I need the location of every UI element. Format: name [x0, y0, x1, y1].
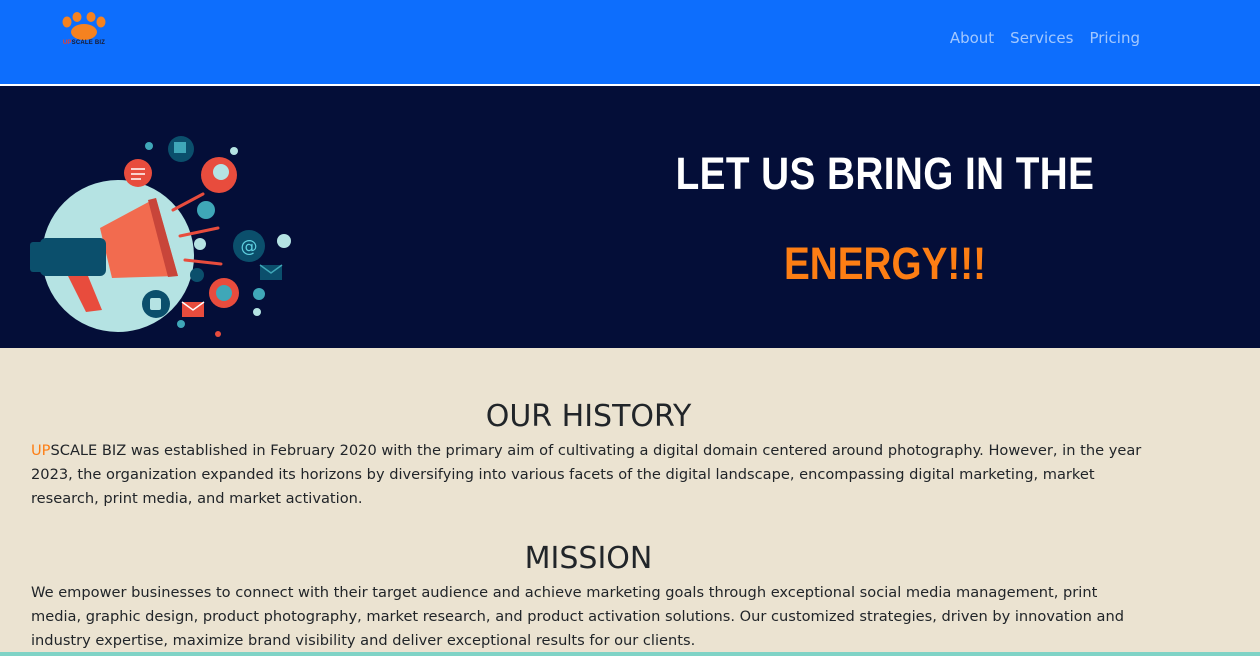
- history-text: SCALE BIZ was established in February 20…: [31, 442, 1142, 507]
- hero-banner: @ LET US BRING IN THE ENERGY!!!: [0, 86, 1260, 348]
- hero-heading-line2: ENERGY!!!: [783, 238, 987, 289]
- paw-icon: [62, 12, 106, 40]
- history-title: OUR HISTORY: [485, 399, 692, 434]
- nav-link-services[interactable]: Services: [1010, 29, 1073, 47]
- history-body: UPSCALE BIZ was established in February …: [31, 439, 1146, 511]
- megaphone-marketing-illustration: @: [30, 136, 291, 337]
- svg-text:@: @: [241, 237, 258, 257]
- history-brand-prefix: UP: [31, 442, 51, 459]
- nav-links: About Services Pricing: [950, 29, 1140, 47]
- bottom-edge-bar: [0, 652, 1260, 656]
- main-content: OUR HISTORY UPSCALE BIZ was established …: [31, 348, 1146, 653]
- logo-wordmark: UPSCALE BIZ: [62, 40, 106, 46]
- nav-link-pricing[interactable]: Pricing: [1089, 29, 1140, 47]
- hero-heading-line1: LET US BRING IN THE: [675, 148, 1095, 199]
- navbar: UPSCALE BIZ About Services Pricing: [0, 0, 1260, 84]
- mission-body: We empower businesses to connect with th…: [31, 584, 1124, 649]
- brand-logo[interactable]: UPSCALE BIZ: [58, 12, 110, 52]
- nav-link-about[interactable]: About: [950, 29, 994, 47]
- mission-title: MISSION: [524, 541, 653, 576]
